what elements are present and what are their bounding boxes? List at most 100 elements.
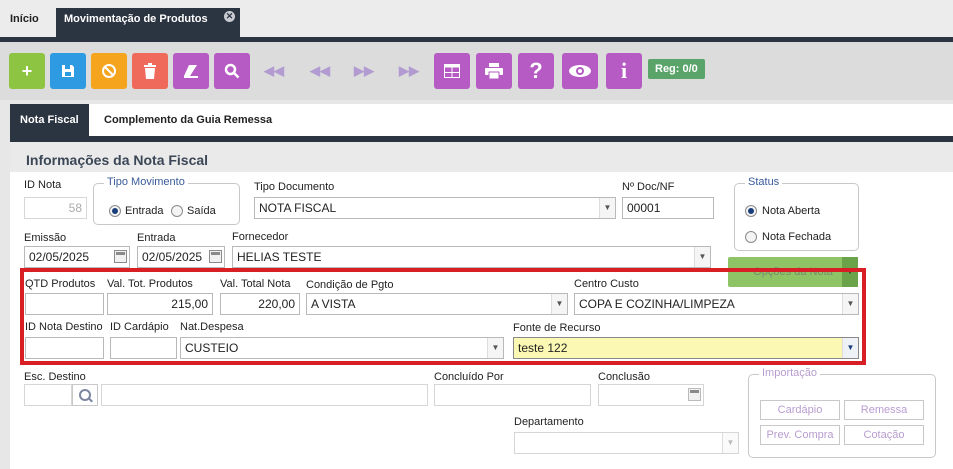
delete-button[interactable] <box>132 53 168 89</box>
condicao-pgto-value: A VISTA <box>311 297 356 311</box>
fonte-recurso-value: teste 122 <box>518 341 568 355</box>
calendar-icon[interactable] <box>114 250 127 263</box>
plus-icon: + <box>21 60 33 81</box>
centro-custo-select[interactable]: COPA E COZINHA/LIMPEZA ▼ <box>574 293 859 315</box>
toolbar: + ◀◀ ◀◀ ▶▶ ▶▶ ? i Reg: 0/0 <box>0 42 953 100</box>
section-title: Informações da Nota Fiscal <box>26 152 209 168</box>
val-tot-produtos-field[interactable]: 215,00 <box>107 293 213 315</box>
concluido-por-field[interactable] <box>434 384 591 406</box>
search-icon <box>224 63 240 79</box>
clear-button[interactable] <box>173 53 209 89</box>
tipo-documento-select[interactable]: NOTA FISCAL ▼ <box>254 197 616 219</box>
save-button[interactable] <box>50 53 86 89</box>
fornecedor-select[interactable]: HELIAS TESTE ▼ <box>232 246 711 268</box>
printer-icon <box>485 63 503 79</box>
nat-despesa-label: Nat.Despesa <box>180 321 244 333</box>
status-legend: Status <box>745 176 783 188</box>
tab-inicio[interactable]: Início <box>0 8 54 38</box>
id-nota-destino-label: ID Nota Destino <box>25 321 103 333</box>
conclusao-label: Conclusão <box>598 371 650 383</box>
esc-destino-id-field[interactable] <box>24 384 72 406</box>
emissao-label: Emissão <box>24 232 67 244</box>
radio-nota-fechada-label: Nota Fechada <box>762 231 832 243</box>
cotacao-button[interactable]: Cotação <box>844 425 924 445</box>
cardapio-button[interactable]: Cardápio <box>760 400 840 420</box>
prev-compra-button[interactable]: Prev. Compra <box>760 425 840 445</box>
print-button[interactable] <box>476 53 512 89</box>
question-icon: ? <box>529 58 543 83</box>
grid-button[interactable] <box>434 53 470 89</box>
condicao-pgto-label: Condição de Pgto <box>306 279 394 291</box>
opcoes-nota-button[interactable]: Opções da Nota ▼ <box>728 257 858 287</box>
tipo-documento-label: Tipo Documento <box>254 181 335 193</box>
esc-destino-field[interactable] <box>101 384 428 406</box>
entrada-field[interactable]: 02/05/2025 <box>137 246 225 268</box>
entrada-value: 02/05/2025 <box>142 250 203 264</box>
next-record-button[interactable]: ▶▶ <box>346 53 382 89</box>
info-icon: i <box>620 58 628 83</box>
centro-custo-label: Centro Custo <box>574 278 639 290</box>
radio-saida-label: Saída <box>187 205 216 217</box>
id-nota-destino-field[interactable] <box>25 337 104 359</box>
main-panel: Nota Fiscal Complemento da Guia Remessa … <box>10 104 953 469</box>
tab-label: Movimentação de Produtos <box>64 13 208 25</box>
previous-record-button[interactable]: ◀◀ <box>302 53 338 89</box>
tipo-movimento-legend: Tipo Movimento <box>104 176 188 188</box>
view-button[interactable] <box>562 53 598 89</box>
radio-nota-fechada[interactable] <box>745 231 757 243</box>
qtd-produtos-field[interactable] <box>25 293 104 315</box>
save-icon <box>62 65 74 77</box>
trash-icon <box>144 63 156 79</box>
val-total-nota-label: Val. Total Nota <box>220 278 291 290</box>
opcoes-nota-label: Opções da Nota <box>753 266 833 278</box>
caret-down-icon[interactable]: ▼ <box>842 257 858 287</box>
radio-nota-aberta[interactable] <box>745 205 757 217</box>
chevron-down-icon: ▼ <box>551 294 567 314</box>
esc-destino-label: Esc. Destino <box>24 371 86 383</box>
calendar-icon[interactable] <box>688 388 701 401</box>
fornecedor-value: HELIAS TESTE <box>237 250 322 264</box>
chevron-down-icon: ▼ <box>599 198 615 218</box>
calendar-icon[interactable] <box>209 250 222 263</box>
chevron-down-icon: ▼ <box>487 338 503 358</box>
fonte-recurso-select[interactable]: teste 122 ▼ <box>513 337 859 359</box>
first-icon: ◀◀ <box>264 63 284 78</box>
close-tab-icon[interactable]: ✕ <box>224 11 235 22</box>
departamento-label: Departamento <box>514 416 584 428</box>
emissao-field[interactable]: 02/05/2025 <box>24 246 130 268</box>
tipo-documento-value: NOTA FISCAL <box>259 201 337 215</box>
cancel-button[interactable] <box>91 53 127 89</box>
top-tab-bar: Início Movimentação de Produtos ✕ <box>0 0 953 38</box>
grid-icon <box>444 64 460 78</box>
chevron-down-icon: ▼ <box>694 247 710 267</box>
radio-saida[interactable] <box>171 205 183 217</box>
cancel-icon <box>102 64 116 78</box>
entrada-label: Entrada <box>137 232 176 244</box>
add-button[interactable]: + <box>9 53 45 89</box>
id-nota-label: ID Nota <box>24 179 62 191</box>
nat-despesa-select[interactable]: CUSTEIO ▼ <box>180 337 504 359</box>
nro-doc-field[interactable]: 00001 <box>622 197 714 219</box>
fonte-recurso-label: Fonte de Recurso <box>513 322 601 334</box>
esc-destino-search-icon[interactable] <box>72 384 98 406</box>
search-button[interactable] <box>214 53 250 89</box>
tab-nota-fiscal[interactable]: Nota Fiscal <box>10 104 89 136</box>
emissao-value: 02/05/2025 <box>29 250 90 264</box>
info-button[interactable]: i <box>606 53 642 89</box>
radio-nota-aberta-label: Nota Aberta <box>762 205 821 217</box>
radio-entrada[interactable] <box>109 205 121 217</box>
id-nota-field: 58 <box>24 197 87 219</box>
id-cardapio-field[interactable] <box>110 337 177 359</box>
remessa-button[interactable]: Remessa <box>844 400 924 420</box>
last-record-button[interactable]: ▶▶ <box>391 53 427 89</box>
tab-movimentacao-produtos[interactable]: Movimentação de Produtos ✕ <box>56 8 240 38</box>
radio-entrada-label: Entrada <box>125 205 164 217</box>
concluido-por-label: Concluído Por <box>434 371 504 383</box>
condicao-pgto-select[interactable]: A VISTA ▼ <box>306 293 568 315</box>
help-button[interactable]: ? <box>518 53 554 89</box>
val-total-nota-field[interactable]: 220,00 <box>220 293 300 315</box>
first-record-button[interactable]: ◀◀ <box>256 53 292 89</box>
departamento-select[interactable]: ▼ <box>514 432 739 454</box>
tab-complemento-guia-remessa[interactable]: Complemento da Guia Remessa <box>94 104 282 136</box>
conclusao-field[interactable] <box>598 384 704 406</box>
